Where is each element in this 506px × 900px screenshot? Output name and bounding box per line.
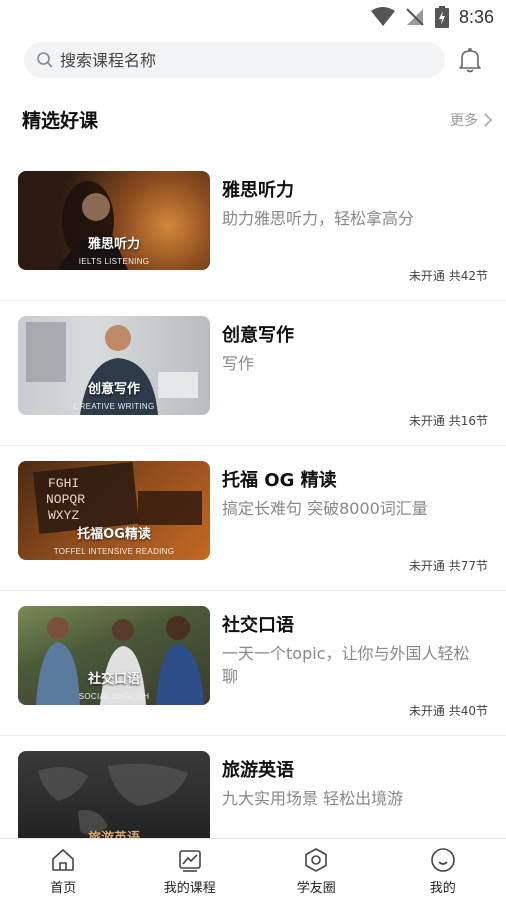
course-desc: 写作 bbox=[222, 354, 255, 373]
thumb-subtitle: CREATIVE WRITING bbox=[73, 402, 155, 411]
svg-text:NOPQR: NOPQR bbox=[46, 492, 85, 507]
course-thumbnail: 创意写作 CREATIVE WRITING bbox=[18, 316, 210, 415]
course-title: 雅思听力 bbox=[222, 180, 294, 201]
search-icon bbox=[37, 52, 53, 68]
course-lessons: 共16节 bbox=[448, 414, 488, 428]
course-desc: 九大实用场景 轻松出境游 bbox=[222, 789, 404, 808]
nav-label: 首页 bbox=[50, 881, 77, 896]
search-input[interactable] bbox=[60, 50, 420, 70]
thumb-title: 社交口语 bbox=[87, 672, 140, 687]
course-desc: 助力雅思听力，轻松拿高分 bbox=[222, 209, 415, 228]
course-list: 雅思听力 IELTS LISTENING 雅思听力 助力雅思听力，轻松拿高分 未… bbox=[0, 156, 506, 838]
course-status: 未开通 bbox=[408, 414, 445, 428]
section-title: 精选好课 bbox=[22, 110, 99, 132]
hexagon-icon bbox=[305, 848, 328, 872]
course-status: 未开通 bbox=[408, 559, 445, 573]
no-signal-icon bbox=[406, 8, 424, 26]
nav-item-friends[interactable]: 学友圈 bbox=[253, 839, 380, 900]
chart-icon bbox=[178, 850, 201, 872]
course-item[interactable]: 雅思听力 IELTS LISTENING 雅思听力 助力雅思听力，轻松拿高分 未… bbox=[0, 156, 506, 301]
course-title: 创意写作 bbox=[222, 325, 294, 346]
course-item[interactable]: FGHI NOPQR WXYZ 托福OG精读 TOFFEL INTENSIVE … bbox=[0, 446, 506, 591]
nav-item-home[interactable]: 首页 bbox=[0, 839, 127, 900]
thumb-title: 托福OG精读 bbox=[77, 527, 151, 542]
smile-icon bbox=[430, 848, 455, 872]
svg-text:FGHI: FGHI bbox=[48, 476, 79, 491]
nav-label: 我的课程 bbox=[163, 881, 216, 896]
course-thumbnail: 社交口语 SOCIAL ENGLISH bbox=[18, 606, 210, 705]
more-label: 更多 bbox=[450, 113, 478, 129]
chevron-right-icon bbox=[484, 113, 492, 127]
course-lessons: 共40节 bbox=[448, 704, 488, 718]
thumb-title: 创意写作 bbox=[87, 382, 140, 397]
course-meta: 未开通 共40节 bbox=[409, 702, 488, 719]
course-item[interactable]: 社交口语 SOCIAL ENGLISH 社交口语 一天一个topic，让你与外国… bbox=[0, 591, 506, 736]
bottom-nav: 首页 我的课程 学友圈 我的 bbox=[0, 838, 506, 900]
course-title: 托福 OG 精读 bbox=[222, 470, 337, 491]
course-title: 旅游英语 bbox=[222, 760, 294, 781]
course-meta: 未开通 共42节 bbox=[409, 267, 488, 284]
course-meta: 未开通 共77节 bbox=[409, 557, 488, 574]
more-link[interactable]: 更多 bbox=[450, 110, 492, 130]
svg-text:WXYZ: WXYZ bbox=[48, 508, 79, 523]
status-bar: 8:36 bbox=[0, 0, 506, 34]
course-thumbnail: 旅游英语 bbox=[18, 751, 210, 838]
wifi-icon bbox=[370, 7, 395, 26]
course-status: 未开通 bbox=[408, 269, 445, 283]
section-header: 精选好课 更多 bbox=[0, 106, 506, 134]
course-item[interactable]: 旅游英语 旅游英语 九大实用场景 轻松出境游 bbox=[0, 736, 506, 838]
bell-icon[interactable] bbox=[458, 47, 482, 73]
thumb-subtitle: SOCIAL ENGLISH bbox=[78, 692, 150, 701]
course-lessons: 共77节 bbox=[448, 559, 488, 573]
nav-label: 我的 bbox=[429, 881, 456, 896]
nav-item-me[interactable]: 我的 bbox=[380, 839, 506, 900]
home-icon bbox=[52, 849, 75, 871]
nav-item-my-courses[interactable]: 我的课程 bbox=[127, 839, 254, 900]
course-thumbnail: 雅思听力 IELTS LISTENING bbox=[18, 171, 210, 270]
course-thumbnail: FGHI NOPQR WXYZ 托福OG精读 TOFFEL INTENSIVE … bbox=[18, 461, 210, 560]
battery-charging-icon bbox=[434, 6, 449, 28]
course-meta: 未开通 共16节 bbox=[409, 412, 488, 429]
status-time: 8:36 bbox=[458, 6, 494, 27]
search-row bbox=[0, 42, 506, 78]
thumb-title: 雅思听力 bbox=[87, 237, 140, 252]
course-status: 未开通 bbox=[408, 704, 445, 718]
course-item[interactable]: 创意写作 CREATIVE WRITING 创意写作 写作 未开通 共16节 bbox=[0, 301, 506, 446]
course-lessons: 共42节 bbox=[448, 269, 488, 283]
thumb-subtitle: TOFFEL INTENSIVE READING bbox=[53, 547, 175, 556]
course-desc: 一天一个topic，让你与外国人轻松聊 bbox=[222, 644, 470, 686]
thumb-subtitle: IELTS LISTENING bbox=[78, 257, 150, 266]
thumb-title: 旅游英语 bbox=[18, 827, 210, 838]
course-title: 社交口语 bbox=[222, 615, 294, 636]
search-box[interactable] bbox=[24, 42, 445, 78]
nav-label: 学友圈 bbox=[296, 881, 336, 896]
status-icons: 8:36 bbox=[370, 6, 494, 28]
course-desc: 搞定长难句 突破8000词汇量 bbox=[222, 499, 428, 518]
